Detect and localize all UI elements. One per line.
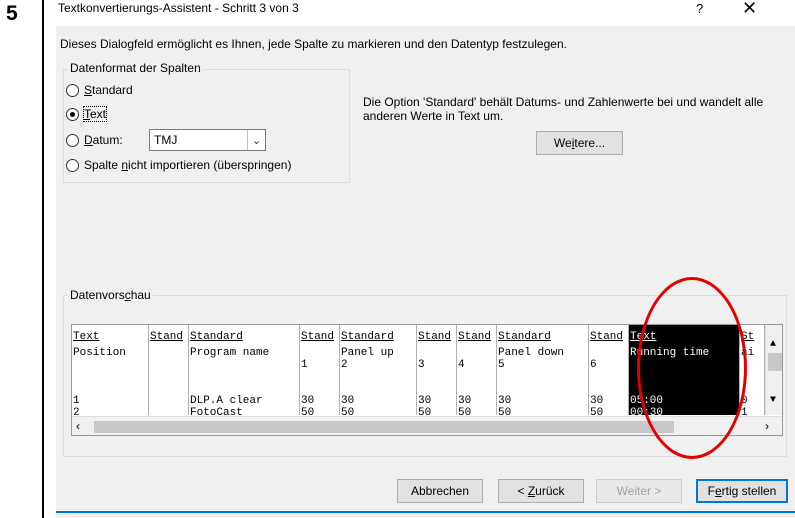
preview-column-header[interactable]: Stand (150, 331, 183, 343)
preview-cell: 30 (341, 395, 355, 407)
cancel-button[interactable]: Abbrechen (397, 479, 483, 503)
close-button[interactable]: ✕ (742, 0, 757, 19)
finish-button[interactable]: Fe rtig stellen (696, 479, 788, 503)
preview-cell: 1 (301, 359, 308, 371)
preview-column[interactable]: Standard Program name DLP.A clear FotoCast (189, 325, 300, 415)
preview-cell: 30 (418, 395, 432, 407)
preview-column-header[interactable]: Standard (341, 331, 394, 343)
preview-cell: 3 (418, 359, 425, 371)
preview-column-header[interactable]: Stand (301, 331, 334, 343)
preview-cell: 1 (741, 407, 748, 415)
preview-cell: 4 (458, 359, 465, 371)
preview-column-header[interactable]: Text (73, 331, 99, 343)
text-import-wizard-dialog: Textkonvertierungs-Assistent - Schritt 3… (56, 0, 795, 518)
radio-date-circle[interactable] (66, 133, 79, 147)
preview-column[interactable]: Stand 6 30 50 (589, 325, 629, 415)
advanced-button[interactable]: We i tere... (536, 131, 623, 155)
scroll-up-icon[interactable]: ▲ (770, 339, 776, 350)
preview-cell: FotoCast (190, 407, 243, 415)
preview-column-header[interactable]: Stand (590, 331, 623, 343)
preview-cell: 50 (498, 407, 512, 415)
preview-column[interactable]: Standard Panel up 2 30 50 (340, 325, 417, 415)
vertical-scroll-thumb[interactable] (768, 353, 782, 371)
preview-column-header[interactable]: Stand (418, 331, 451, 343)
data-preview-legend: Datenvorschau (68, 288, 153, 302)
horizontal-scroll-thumb[interactable] (94, 421, 674, 433)
preview-cell: Panel down (498, 347, 565, 359)
radio-standard-label: Standard (84, 83, 133, 97)
preview-cell: DLP.A clear (190, 395, 263, 407)
preview-column[interactable]: Standard Panel down 5 30 50 (497, 325, 589, 415)
preview-column-header[interactable]: Standard (190, 331, 243, 343)
column-format-legend: Datenformat der Spalten (68, 61, 203, 75)
preview-cell: 30 (498, 395, 512, 407)
annotation-circle (637, 277, 747, 459)
radio-date-label: Datum: (84, 133, 123, 147)
preview-column-header[interactable]: Standard (498, 331, 551, 343)
radio-standard-circle[interactable] (66, 83, 79, 97)
standard-info-text: Die Option 'Standard' behält Datums- und… (363, 95, 764, 123)
preview-cell: Program name (190, 347, 270, 359)
help-button[interactable]: ? (696, 1, 703, 16)
radio-text[interactable]: Text (66, 106, 108, 122)
radio-date[interactable]: Datum: (66, 132, 123, 148)
preview-column[interactable]: Stand (149, 325, 189, 415)
preview-column[interactable]: Text Position 1 2 (72, 325, 149, 415)
preview-cell: 6 (590, 359, 597, 371)
next-button[interactable]: Weiter > (596, 479, 682, 503)
preview-column[interactable]: Stand 4 30 50 (457, 325, 497, 415)
back-button[interactable]: < Zurück (498, 479, 584, 503)
preview-cell: 50 (458, 407, 472, 415)
dialog-description: Dieses Dialogfeld ermöglicht es Ihnen, j… (60, 37, 567, 51)
preview-column[interactable]: Stand 3 30 50 (417, 325, 457, 415)
preview-cell: 1 (73, 395, 80, 407)
preview-column[interactable]: Stand 1 30 50 (300, 325, 340, 415)
preview-cell: 30 (301, 395, 315, 407)
vertical-scrollbar[interactable]: ▲ ▼ (765, 325, 782, 415)
title-bar: Textkonvertierungs-Assistent - Schritt 3… (56, 0, 795, 26)
preview-cell: 2 (341, 359, 348, 371)
preview-cell: 50 (418, 407, 432, 415)
radio-standard[interactable]: Standard (66, 82, 133, 98)
preview-cell: Position (73, 347, 126, 359)
radio-text-circle[interactable] (66, 107, 79, 121)
scroll-down-icon[interactable]: ▼ (770, 395, 776, 406)
preview-cell: 30 (458, 395, 472, 407)
preview-cell: 5 (498, 359, 505, 371)
scroll-right-icon[interactable]: › (765, 419, 769, 433)
preview-column-header[interactable]: Stand (458, 331, 491, 343)
window-title: Textkonvertierungs-Assistent - Schritt 3… (58, 1, 299, 15)
step-divider (42, 0, 44, 518)
date-format-select[interactable]: TMJ ⌄ (149, 129, 266, 151)
preview-cell: 2 (73, 407, 80, 415)
dialog-bottom-border (56, 511, 795, 513)
date-format-value: TMJ (154, 133, 178, 147)
chevron-down-icon[interactable]: ⌄ (247, 130, 265, 150)
preview-cell: 50 (341, 407, 355, 415)
radio-skip-column[interactable]: Spalte nicht importieren (überspringen) (66, 157, 291, 173)
preview-cell: 30 (590, 395, 604, 407)
preview-cell: 50 (301, 407, 315, 415)
preview-cell: Panel up (341, 347, 394, 359)
radio-skip-column-circle[interactable] (66, 158, 79, 172)
radio-skip-column-label: Spalte nicht importieren (überspringen) (84, 158, 292, 172)
preview-cell: 50 (590, 407, 604, 415)
scroll-left-icon[interactable]: ‹ (76, 419, 80, 433)
radio-text-label: Text (82, 106, 108, 122)
step-number: 5 (6, 2, 18, 25)
